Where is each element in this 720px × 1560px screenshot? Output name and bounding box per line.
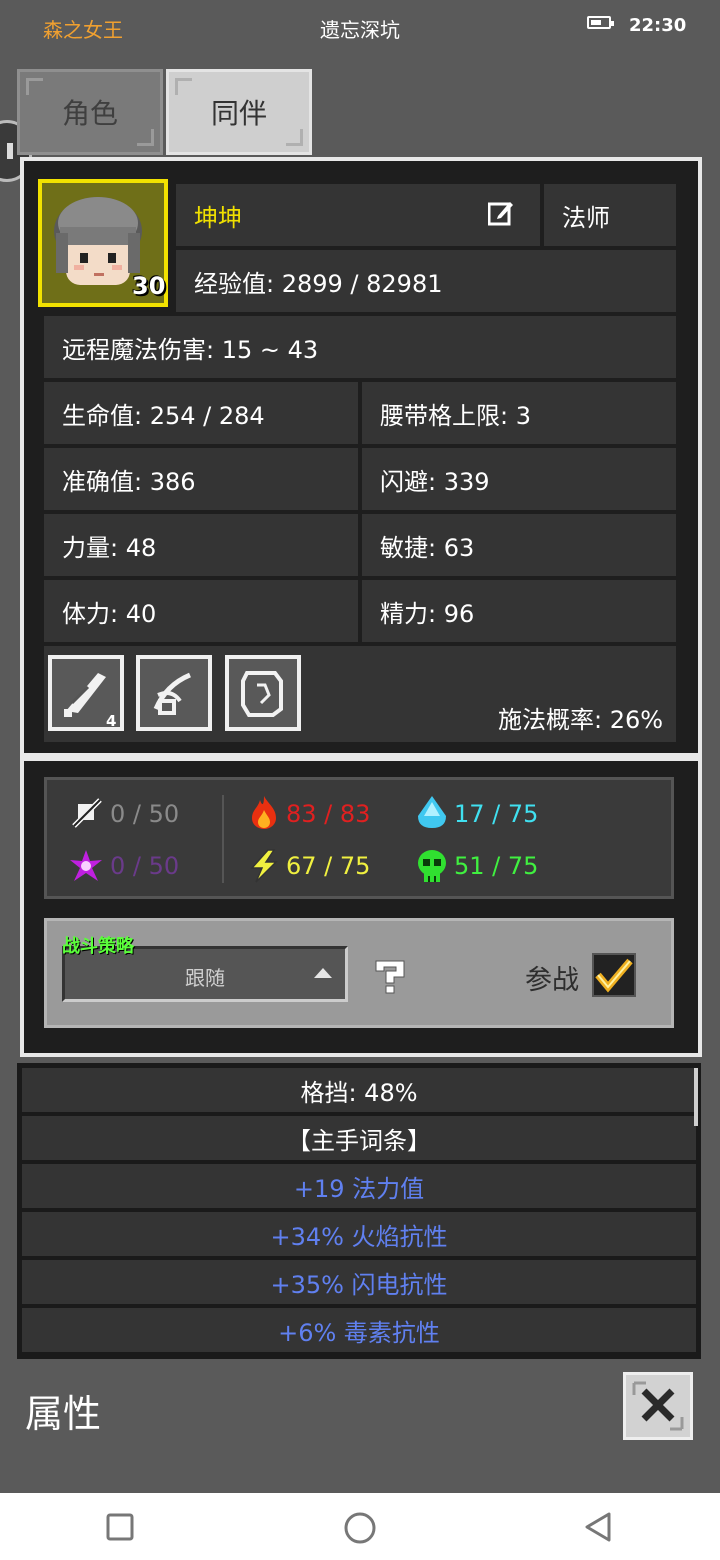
magic-resist-icon <box>70 850 102 881</box>
tab-companion-label: 同伴 <box>210 97 267 130</box>
lightning-resist-value: 67 / 75 <box>286 852 371 880</box>
stat-strength: 力量: 48 <box>44 514 358 576</box>
list-scrollbar[interactable] <box>694 1068 698 1126</box>
tactic-selected-value: 跟随 <box>185 966 225 990</box>
character-class: 法师 <box>544 184 676 246</box>
status-time: 22:30 <box>629 15 687 36</box>
cold-resist-value: 17 / 75 <box>454 800 539 828</box>
back-icon[interactable] <box>583 1511 613 1543</box>
tactic-label: 战斗策略 <box>62 936 134 957</box>
list-item: 格挡: 48% <box>22 1068 696 1112</box>
wind-skill-icon <box>153 672 192 715</box>
list-item: +19 法力值 <box>22 1164 696 1208</box>
skill-slot-2[interactable] <box>136 655 212 731</box>
physical-resist-icon <box>72 798 102 828</box>
tab-character[interactable]: 角色 <box>17 69 163 155</box>
character-name-text: 坤坤 <box>194 203 242 232</box>
poison-resist-icon <box>418 850 446 882</box>
home-icon[interactable] <box>343 1511 377 1545</box>
list-item: +34% 火焰抗性 <box>22 1212 696 1256</box>
join-battle-checkbox[interactable] <box>592 953 636 997</box>
tab-companion[interactable]: 同伴 <box>166 69 312 155</box>
stat-energy: 精力: 96 <box>362 580 676 642</box>
character-name: 坤坤 <box>176 184 540 246</box>
dropdown-arrow-icon <box>314 968 332 978</box>
edit-name-icon[interactable] <box>487 200 514 226</box>
ranged-magic-damage: 远程魔法伤害: 15 ~ 43 <box>44 316 676 378</box>
fire-resist-icon <box>252 796 276 829</box>
list-item: 【主手词条】 <box>22 1116 696 1160</box>
checkmark-icon <box>595 958 633 993</box>
close-button[interactable] <box>623 1372 693 1440</box>
stat-accuracy: 准确值: 386 <box>44 448 358 510</box>
cast-chance: 施法概率: 26% <box>498 706 664 734</box>
portal-skill-icon <box>241 671 283 717</box>
close-icon <box>632 1381 684 1431</box>
physical-resist-value: 0 / 50 <box>110 800 180 828</box>
join-battle-label: 参战 <box>525 965 579 996</box>
list-item: +6% 毒素抗性 <box>22 1308 696 1352</box>
battery-icon <box>587 16 614 29</box>
resistance-box <box>44 777 674 899</box>
lightning-resist-icon <box>250 849 278 883</box>
stat-agility: 敏捷: 63 <box>362 514 676 576</box>
character-exp: 经验值: 2899 / 82981 <box>176 250 676 312</box>
system-navigation-bar <box>0 1493 720 1560</box>
fire-resist-value: 83 / 83 <box>286 800 371 828</box>
list-item: +35% 闪电抗性 <box>22 1260 696 1304</box>
help-icon[interactable] <box>370 955 410 995</box>
skill-stack-count: 4 <box>106 712 117 730</box>
poison-resist-value: 51 / 75 <box>454 852 539 880</box>
character-level: 30 <box>132 272 166 300</box>
skill-slot-3[interactable] <box>225 655 301 731</box>
status-area-title: 遗忘深坑 <box>320 18 400 42</box>
cold-resist-icon <box>418 796 446 828</box>
stat-dodge: 闪避: 339 <box>362 448 676 510</box>
stat-hp: 生命值: 254 / 284 <box>44 382 358 444</box>
stat-belt-slots: 腰带格上限: 3 <box>362 382 676 444</box>
resistance-divider <box>222 795 224 883</box>
recent-apps-icon[interactable] <box>106 1513 134 1541</box>
attributes-title: 属性 <box>25 1392 102 1436</box>
stat-stamina: 体力: 40 <box>44 580 358 642</box>
magic-resist-value: 0 / 50 <box>110 852 180 880</box>
tab-character-label: 角色 <box>61 97 118 130</box>
